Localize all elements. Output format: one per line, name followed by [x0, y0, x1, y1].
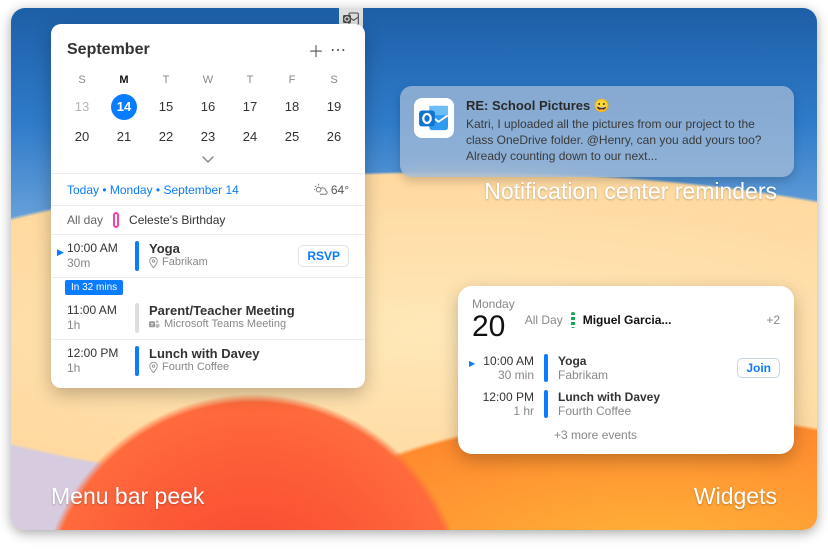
calendar-day[interactable]: 21 [111, 124, 137, 150]
widget-allday-title: Miguel Garcia... [583, 313, 672, 327]
agenda-item[interactable]: 11:00 AM1h Parent/Teacher MeetingTMicroso… [51, 297, 365, 339]
allday-event-title: Celeste's Birthday [129, 213, 225, 227]
widget-weekday: Monday [472, 298, 515, 311]
calendar-day[interactable]: 16 [195, 94, 221, 120]
chevron-down-icon [202, 156, 214, 164]
widget-day-number: 20 [472, 311, 515, 343]
caption-notification: Notification center reminders [484, 178, 777, 205]
add-event-button[interactable]: ＋ [305, 38, 327, 62]
weekday-label: T [145, 70, 187, 90]
widget-event-row[interactable]: ▶10:00 AM30 minYogaFabrikamJoin [472, 350, 780, 386]
desktop-wallpaper: September ＋ ⋯ SMTWTFS1314151617181920212… [11, 8, 817, 530]
event-duration: 1h [67, 318, 125, 333]
event-duration: 30m [67, 256, 125, 271]
outlook-app-icon [414, 98, 454, 138]
widget-more-allday[interactable]: +2 [766, 313, 780, 327]
widget-event-row[interactable]: 12:00 PM1 hr Lunch with DaveyFourth Coffe… [472, 386, 780, 422]
weekday-label: W [187, 70, 229, 90]
event-color-bar [135, 241, 139, 271]
event-location: Fourth Coffee [558, 404, 660, 418]
agenda-item[interactable]: ▶10:00 AM30mYogaFabrikamRSVP [51, 235, 365, 277]
notification-card[interactable]: RE: School Pictures 😀 Katri, I uploaded … [400, 86, 794, 177]
rsvp-button[interactable]: RSVP [298, 245, 349, 267]
upcoming-chip: In 32 mins [65, 280, 123, 295]
calendar-day[interactable]: 26 [321, 124, 347, 150]
event-location: TMicrosoft Teams Meeting [149, 318, 295, 330]
event-location: Fabrikam [149, 256, 208, 268]
location-pin-icon [149, 362, 158, 373]
calendar-day[interactable]: 23 [195, 124, 221, 150]
calendar-day[interactable]: 22 [153, 124, 179, 150]
join-button[interactable]: Join [737, 358, 780, 378]
event-time: 10:00 AM [472, 354, 534, 368]
calendar-day[interactable]: 19 [321, 94, 347, 120]
calendar-peek-card: September ＋ ⋯ SMTWTFS1314151617181920212… [51, 24, 365, 388]
weather-temp: 64° [314, 182, 350, 197]
event-duration: 1h [67, 361, 125, 376]
caption-widgets: Widgets [694, 483, 777, 510]
event-title: Lunch with Davey [558, 390, 660, 404]
weekday-label: S [313, 70, 355, 90]
event-color-bar [135, 303, 139, 333]
caption-menu-bar-peek: Menu bar peek [51, 483, 204, 510]
weekday-label: S [61, 70, 103, 90]
event-time: 12:00 PM [67, 346, 125, 361]
calendar-day[interactable]: 17 [237, 94, 263, 120]
notification-preview: Katri, I uploaded all the pictures from … [466, 116, 780, 165]
allday-row[interactable]: All day Celeste's Birthday [51, 206, 365, 234]
calendar-day[interactable]: 25 [279, 124, 305, 150]
allday-label: All day [67, 213, 103, 227]
calendar-day[interactable]: 24 [237, 124, 263, 150]
event-time: 11:00 AM [67, 303, 125, 318]
calendar-grid: SMTWTFS1314151617181920212223242526 [51, 70, 365, 150]
event-location: Fabrikam [558, 368, 608, 382]
event-location: Fourth Coffee [149, 361, 260, 373]
event-color-bar [135, 346, 139, 376]
calendar-day[interactable]: 18 [279, 94, 305, 120]
event-title: Parent/Teacher Meeting [149, 303, 295, 318]
event-duration: 1 hr [472, 404, 534, 418]
event-time: 10:00 AM [67, 241, 125, 256]
event-title: Yoga [558, 354, 608, 368]
weekday-label: F [271, 70, 313, 90]
widget-allday-label: All Day [525, 313, 563, 327]
today-date-text: Today • Monday • September 14 [67, 183, 239, 197]
calendar-day[interactable]: 15 [153, 94, 179, 120]
calendar-widget-card: Monday 20 All Day Miguel Garcia... +2 ▶1… [458, 286, 794, 454]
weekday-label: M [103, 70, 145, 90]
weekday-label: T [229, 70, 271, 90]
event-color-bar [544, 390, 548, 418]
calendar-day[interactable]: 20 [69, 124, 95, 150]
more-options-button[interactable]: ⋯ [327, 40, 349, 60]
event-color-bar [113, 212, 119, 228]
calendar-day[interactable]: 13 [69, 94, 95, 120]
event-duration: 30 min [472, 368, 534, 382]
event-time: 12:00 PM [472, 390, 534, 404]
weather-icon [314, 182, 328, 196]
widget-more-events[interactable]: +3 more events [472, 422, 780, 442]
calendar-month-title: September [67, 41, 305, 59]
calendar-day[interactable]: 14 [111, 94, 137, 120]
event-title: Lunch with Davey [149, 346, 260, 361]
event-title: Yoga [149, 241, 208, 256]
notification-subject: RE: School Pictures 😀 [466, 98, 780, 114]
event-color-bar [571, 312, 575, 328]
svg-text:T: T [151, 321, 154, 327]
teams-icon: T [149, 319, 160, 330]
event-color-bar [544, 354, 548, 382]
agenda-item[interactable]: 12:00 PM1h Lunch with DaveyFourth Coffee [51, 340, 365, 382]
expand-calendar-button[interactable] [51, 150, 365, 173]
location-pin-icon [149, 257, 158, 268]
